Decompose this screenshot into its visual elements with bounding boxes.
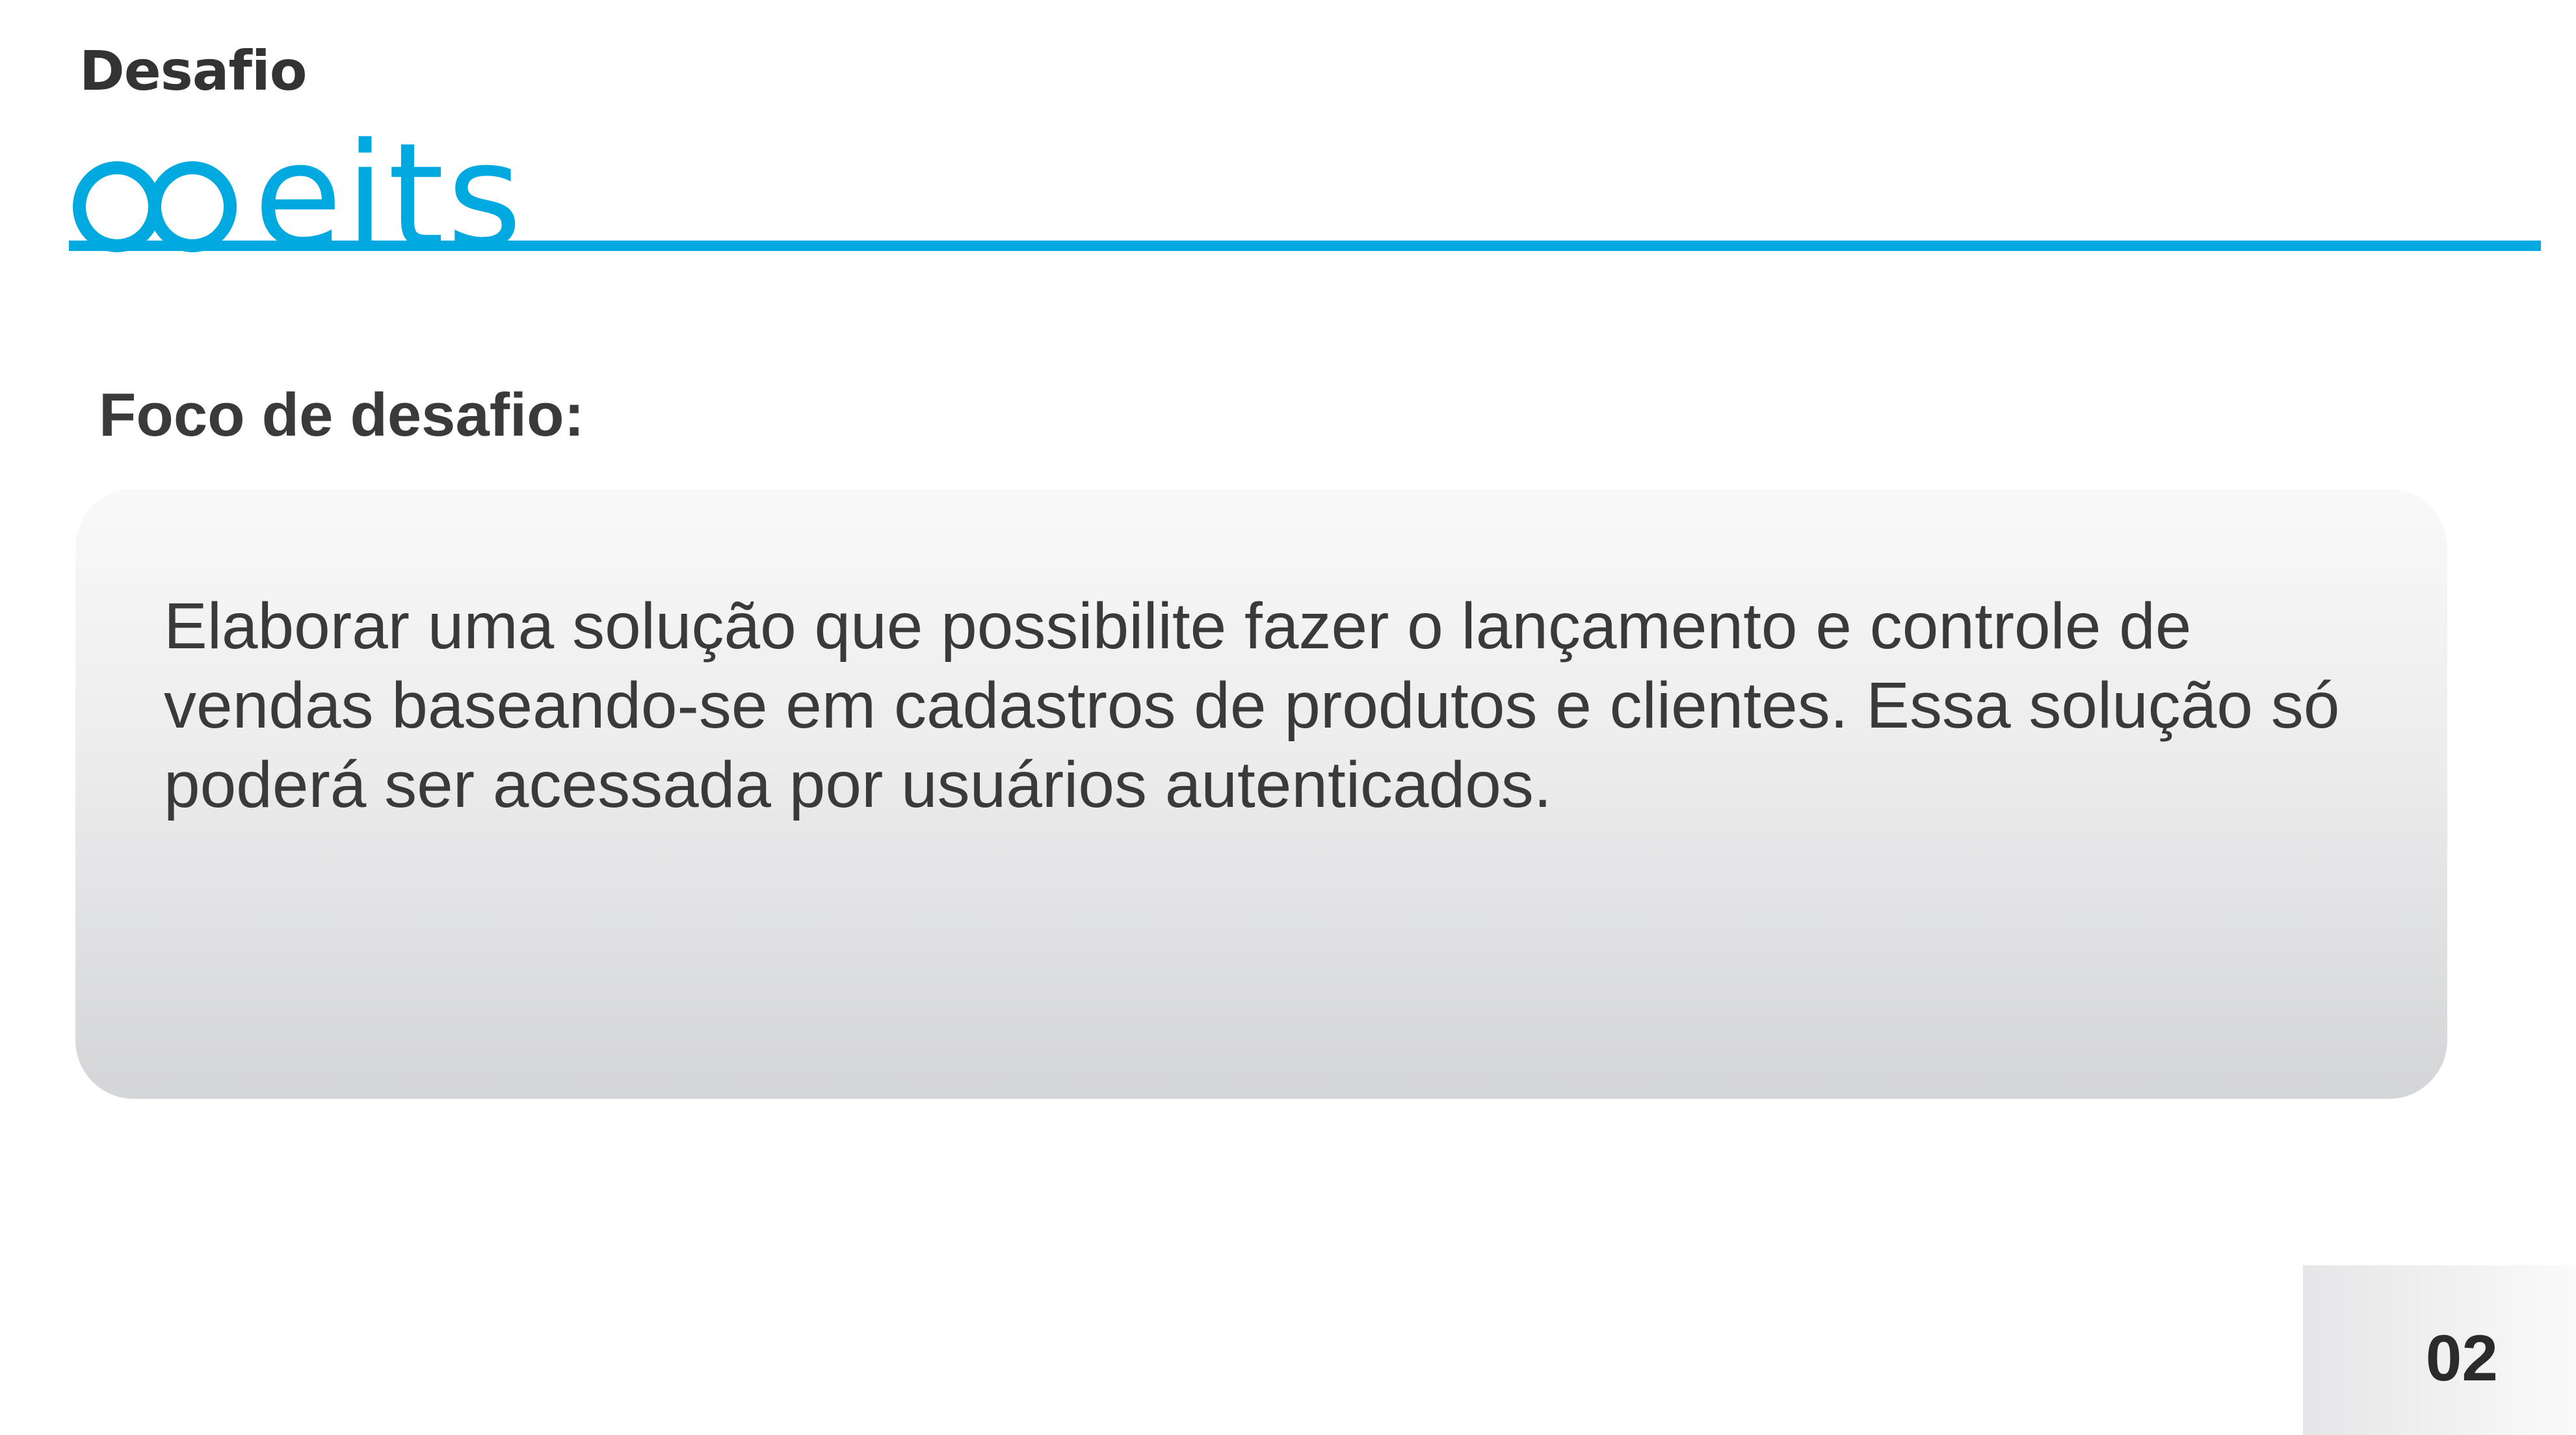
desafio-eits-logo: Desafio eits xyxy=(72,39,540,260)
page-number: 02 xyxy=(2425,1322,2498,1395)
challenge-description: Elaborar uma solução que possibilite faz… xyxy=(164,590,2340,821)
page-number-box: 02 xyxy=(2303,1265,2576,1435)
section-title: Foco de desafio: xyxy=(99,380,585,449)
header-divider xyxy=(69,241,2541,251)
content-box: Elaborar uma solução que possibilite faz… xyxy=(75,489,2447,1099)
logo-top-text: Desafio xyxy=(79,39,307,103)
slide: Desafio eits Foco de desafio: Elaborar u… xyxy=(0,0,2576,1435)
logo-mark: eits xyxy=(73,112,525,260)
logo-brand-text: eits xyxy=(254,112,525,260)
infinity-icon xyxy=(73,161,237,252)
